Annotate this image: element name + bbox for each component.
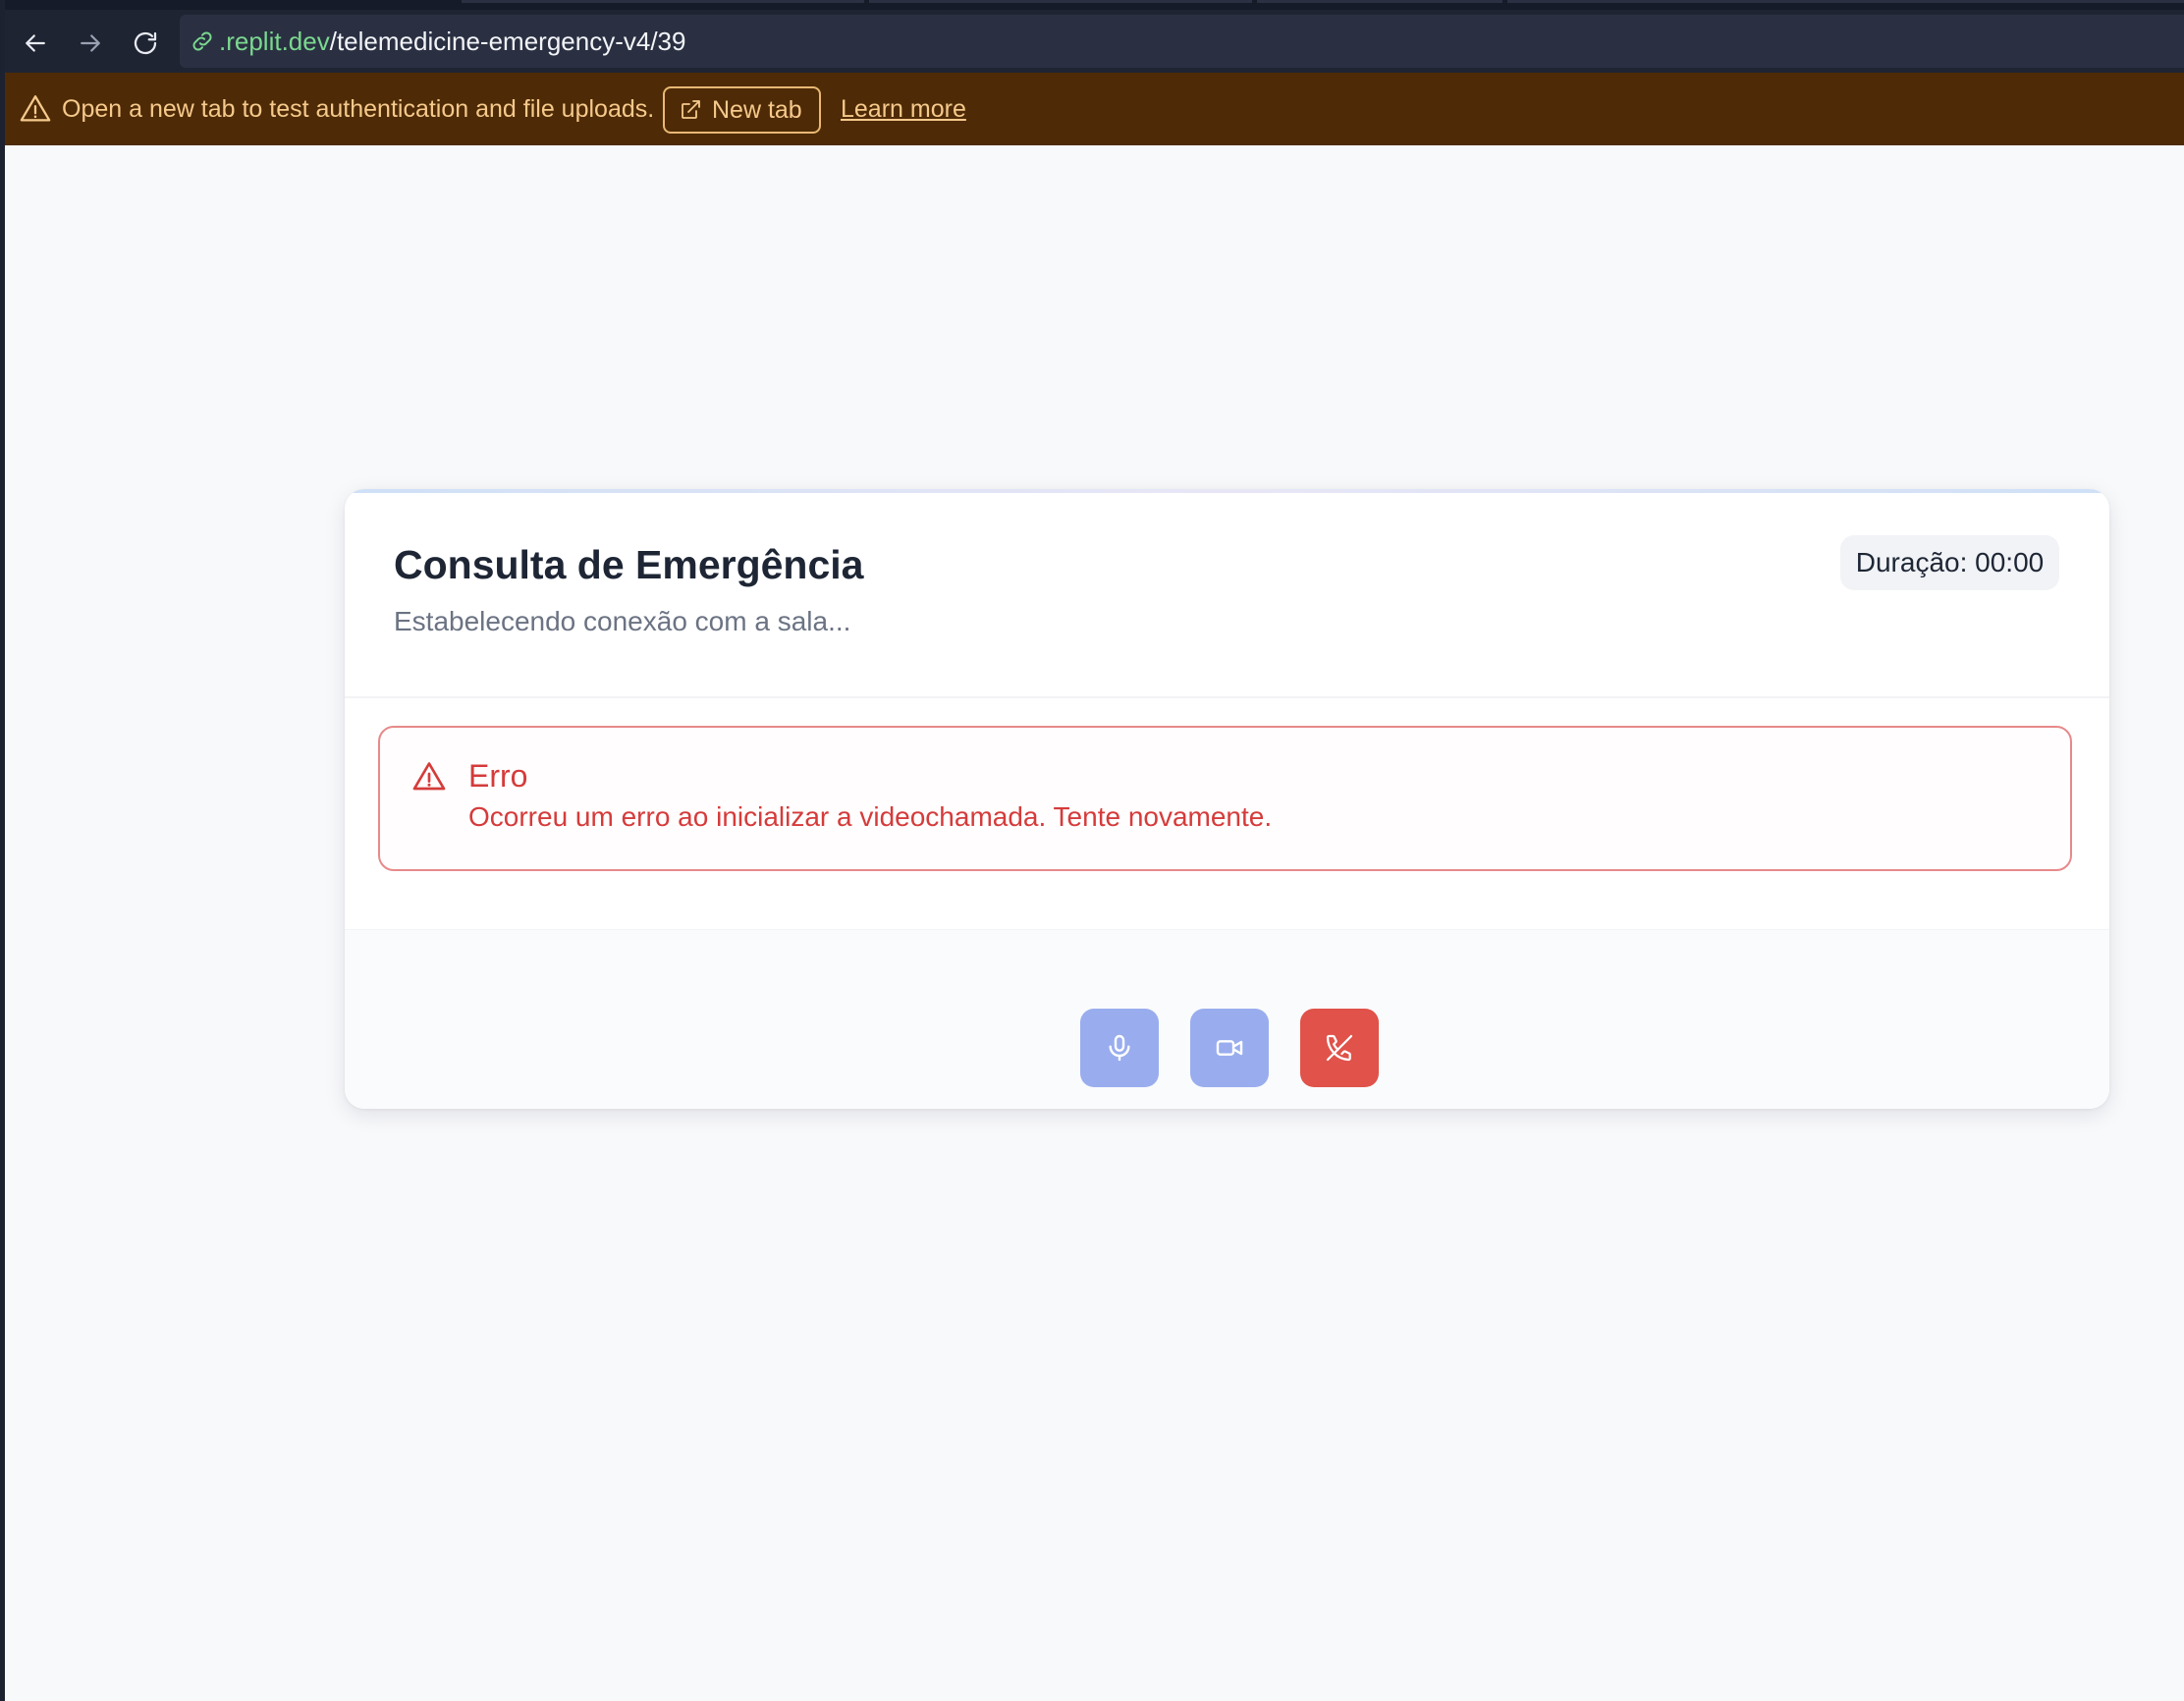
phone-off-icon bbox=[1326, 1034, 1353, 1062]
consultation-card: Consulta de Emergência Estabelecendo con… bbox=[345, 489, 2109, 1109]
end-call-button[interactable] bbox=[1300, 1009, 1379, 1087]
warning-triangle-icon bbox=[20, 95, 51, 122]
url-domain: .replit.dev bbox=[219, 27, 330, 56]
url-text[interactable]: .replit.dev/telemedicine-emergency-v4/39 bbox=[219, 26, 685, 57]
browser-toolbar: .replit.dev/telemedicine-emergency-v4/39 bbox=[5, 10, 2184, 73]
url-path: /telemedicine-emergency-v4/39 bbox=[329, 27, 686, 56]
header-divider bbox=[345, 696, 2109, 698]
consultation-title: Consulta de Emergência bbox=[394, 542, 864, 587]
external-link-icon bbox=[682, 100, 700, 119]
toggle-microphone-button[interactable] bbox=[1080, 1009, 1159, 1087]
warning-triangle-icon bbox=[412, 762, 446, 791]
new-tab-label: New tab bbox=[712, 95, 802, 124]
tab-edge bbox=[869, 0, 1252, 3]
arrow-left-icon bbox=[26, 34, 45, 52]
dev-warning-banner: Open a new tab to test authentication an… bbox=[5, 73, 2184, 145]
tab-edge bbox=[1257, 0, 1502, 3]
toggle-camera-button[interactable] bbox=[1190, 1009, 1269, 1087]
reload-icon bbox=[134, 31, 157, 55]
address-bar[interactable]: .replit.dev/telemedicine-emergency-v4/39 bbox=[180, 15, 2184, 68]
duration-badge: Duração: 00:00 bbox=[1840, 535, 2059, 590]
card-accent-line bbox=[345, 489, 2109, 493]
error-title: Erro bbox=[468, 758, 528, 794]
reload-button[interactable] bbox=[124, 22, 167, 65]
microphone-icon bbox=[1109, 1034, 1130, 1062]
banner-message: Open a new tab to test authentication an… bbox=[62, 95, 655, 123]
link-icon bbox=[192, 31, 212, 51]
forward-button[interactable] bbox=[69, 22, 112, 65]
tab-edge bbox=[1507, 0, 2184, 3]
error-alert: Erro Ocorreu um erro ao inicializar a vi… bbox=[378, 726, 2072, 871]
tab-edge bbox=[462, 0, 864, 3]
connection-status: Estabelecendo conexão com a sala... bbox=[394, 606, 851, 636]
learn-more-link[interactable]: Learn more bbox=[841, 94, 966, 124]
video-camera-icon bbox=[1216, 1040, 1243, 1056]
call-controls bbox=[345, 929, 2109, 1109]
page-content: Consulta de Emergência Estabelecendo con… bbox=[5, 145, 2184, 1701]
new-tab-button[interactable]: New tab bbox=[663, 86, 821, 134]
error-message: Ocorreu um erro ao inicializar a videoch… bbox=[468, 801, 1273, 832]
arrow-right-icon bbox=[81, 34, 100, 52]
back-button[interactable] bbox=[14, 22, 57, 65]
window-left-edge bbox=[0, 0, 5, 1701]
